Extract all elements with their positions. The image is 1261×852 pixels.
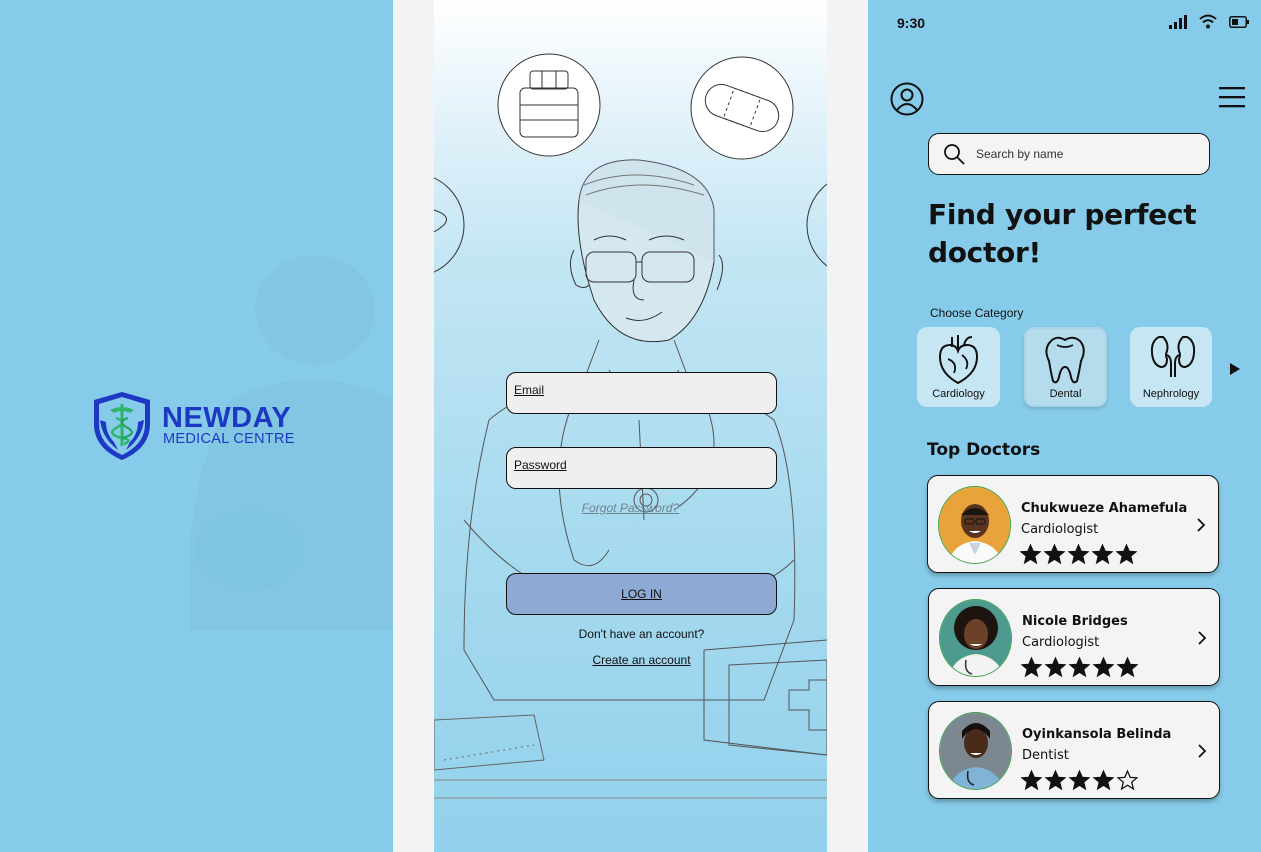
create-account-link[interactable]: Create an account <box>434 653 827 667</box>
brand-subtitle: MEDICAL CENTRE <box>163 431 295 447</box>
heart-icon <box>938 335 979 385</box>
star-filled-icon <box>1069 657 1090 677</box>
star-filled-icon <box>1045 770 1066 790</box>
rating-stars <box>1021 657 1138 677</box>
star-empty-icon <box>1117 770 1138 790</box>
rating-stars <box>1020 544 1137 564</box>
battery-icon <box>1229 15 1249 28</box>
profile-avatar-icon[interactable] <box>890 82 924 116</box>
category-label: Dental <box>1049 388 1082 400</box>
star-filled-icon <box>1093 770 1114 790</box>
page-title: Find your perfect doctor! <box>928 198 1197 269</box>
tooth-icon <box>1045 336 1085 384</box>
doctor-specialty: Dentist <box>1022 748 1069 763</box>
star-filled-icon <box>1021 657 1042 677</box>
doctor-name: Chukwueze Ahamefula <box>1021 501 1188 516</box>
choose-category-label: Choose Category <box>930 306 1024 320</box>
doctor-name: Nicole Bridges <box>1022 614 1128 629</box>
search-placeholder: Search by name <box>976 147 1064 161</box>
login-button[interactable]: LOG IN <box>506 573 777 615</box>
doctor-illustration <box>434 53 827 799</box>
top-doctors-title: Top Doctors <box>927 440 1041 460</box>
doctor-portrait-image <box>939 487 1010 563</box>
password-field[interactable]: Password <box>506 447 777 489</box>
doctor-photo <box>939 599 1012 677</box>
newday-logo: NEWDAY MEDICAL CENTRE <box>90 390 310 464</box>
category-cardiology[interactable]: Cardiology <box>917 327 1000 407</box>
star-filled-icon <box>1093 657 1114 677</box>
category-nephrology[interactable]: Nephrology <box>1130 327 1212 407</box>
doctor-specialty: Cardiologist <box>1021 522 1099 537</box>
search-input[interactable]: Search by name <box>928 133 1210 175</box>
doctor-card[interactable]: Chukwueze Ahamefula Cardiologist <box>927 475 1219 573</box>
star-filled-icon <box>1068 544 1089 564</box>
email-placeholder: Email <box>514 383 545 397</box>
play-arrow-icon[interactable] <box>1228 361 1242 377</box>
doctor-card[interactable]: Nicole Bridges Cardiologist <box>928 588 1220 686</box>
doctor-photo <box>939 712 1012 790</box>
signal-icon <box>1169 14 1187 29</box>
password-placeholder: Password <box>514 458 567 472</box>
star-filled-icon <box>1020 544 1041 564</box>
star-filled-icon <box>1069 770 1090 790</box>
doctor-photo <box>938 486 1011 564</box>
status-time: 9:30 <box>897 15 926 31</box>
star-filled-icon <box>1021 770 1042 790</box>
hamburger-menu-icon[interactable] <box>1219 86 1245 108</box>
category-label: Cardiology <box>932 388 985 400</box>
chevron-right-icon[interactable] <box>1197 743 1207 759</box>
doctor-portrait-image <box>940 713 1011 789</box>
shield-caduceus-icon <box>94 392 150 460</box>
star-filled-icon <box>1116 544 1137 564</box>
doctor-portrait-image <box>940 600 1011 676</box>
login-screen: Email Password Forgot Password? LOG IN D… <box>434 0 827 852</box>
star-filled-icon <box>1045 657 1066 677</box>
rating-stars <box>1021 770 1138 790</box>
status-icons <box>1169 14 1249 29</box>
chevron-right-icon[interactable] <box>1196 517 1206 533</box>
chevron-right-icon[interactable] <box>1197 630 1207 646</box>
doctor-card[interactable]: Oyinkansola Belinda Dentist <box>928 701 1220 799</box>
doctor-specialty: Cardiologist <box>1022 635 1100 650</box>
category-dental[interactable]: Dental <box>1024 327 1107 407</box>
splash-screen: NEWDAY MEDICAL CENTRE <box>0 0 393 852</box>
search-icon <box>944 144 965 165</box>
email-field[interactable]: Email <box>506 372 777 414</box>
star-filled-icon <box>1092 544 1113 564</box>
star-filled-icon <box>1117 657 1138 677</box>
wifi-icon <box>1199 14 1217 29</box>
doctor-name: Oyinkansola Belinda <box>1022 727 1172 742</box>
home-screen: 9:30 Search by name Find your perfect do… <box>868 0 1261 852</box>
kidney-icon <box>1150 336 1196 377</box>
forgot-password-link[interactable]: Forgot Password? <box>434 501 827 515</box>
star-filled-icon <box>1044 544 1065 564</box>
category-label: Nephrology <box>1142 388 1200 400</box>
no-account-text: Don't have an account? <box>578 627 705 641</box>
